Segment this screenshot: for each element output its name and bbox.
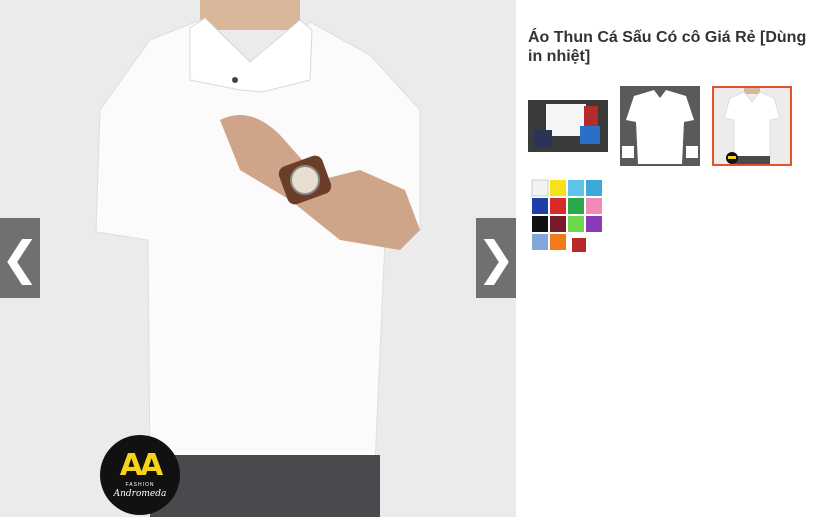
thumbnail-image: [620, 86, 700, 166]
next-image-button[interactable]: ❯: [476, 218, 516, 298]
prev-image-button[interactable]: ❮: [0, 218, 40, 298]
thumbnail-image: [528, 86, 608, 166]
chevron-right-icon: ❯: [476, 231, 516, 285]
brand-logo: AA FASHION Andromeda: [100, 435, 180, 515]
product-info-panel: Áo Thun Cá Sấu Có cô Giá Rẻ [Dùng in nhi…: [528, 28, 813, 258]
product-title: Áo Thun Cá Sấu Có cô Giá Rẻ [Dùng in nhi…: [528, 29, 807, 65]
thumbnail-gallery: [528, 86, 808, 258]
thumbnail-image: [528, 178, 608, 258]
chevron-left-icon: ❮: [0, 231, 40, 285]
logo-caption: FASHION: [125, 481, 155, 488]
thumbnail-3[interactable]: [712, 86, 792, 166]
thumbnail-1[interactable]: [528, 86, 608, 166]
model-photo: [0, 0, 516, 517]
thumbnail-2[interactable]: [620, 86, 700, 166]
product-main-image: ❮ ❯ AA FASHION Andromeda: [0, 0, 516, 517]
thumbnail-image: [714, 88, 790, 164]
thumbnail-4[interactable]: [528, 178, 608, 258]
logo-script: Andromeda: [113, 488, 167, 499]
logo-mark: AA: [119, 447, 163, 483]
